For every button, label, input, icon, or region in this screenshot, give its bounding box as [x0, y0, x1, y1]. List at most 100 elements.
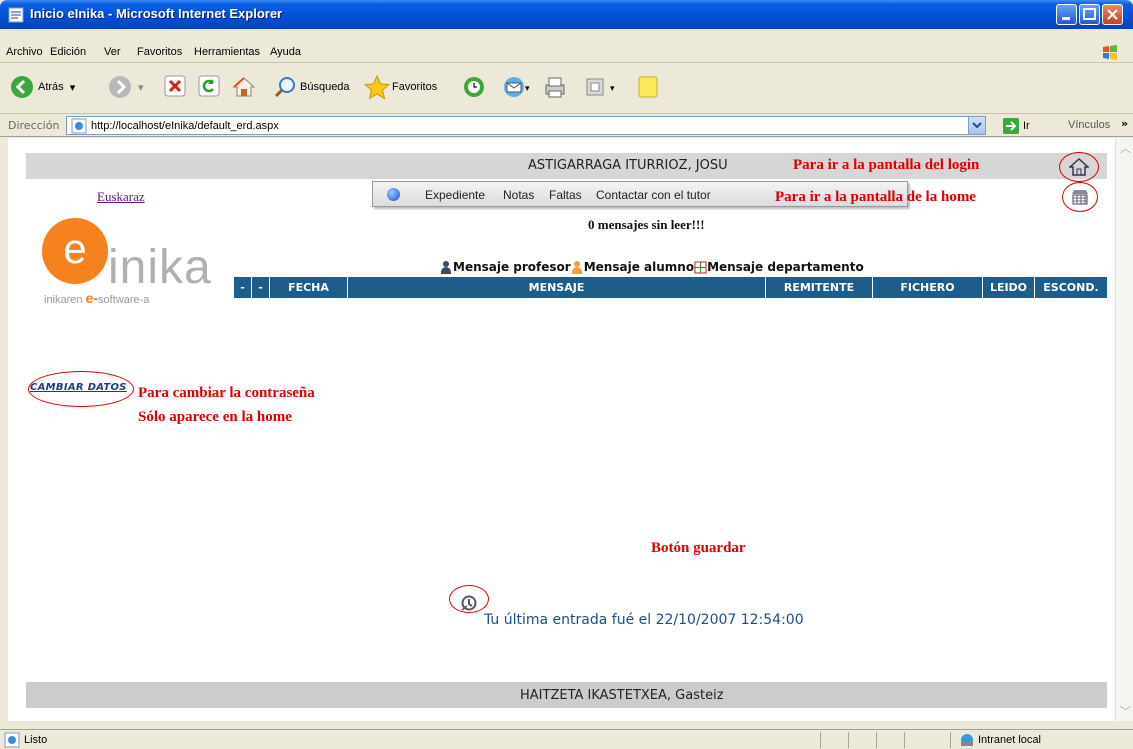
- legend-department: Mensaje departamento: [694, 260, 864, 274]
- chevron-down-icon: [972, 122, 982, 129]
- search-icon: [274, 77, 295, 98]
- home-icon[interactable]: [1069, 157, 1089, 177]
- menu-bar: Archivo Edición Ver Favoritos Herramient…: [0, 29, 1133, 63]
- annotation-save: Botón guardar: [651, 540, 746, 556]
- school-name: HAITZETA IKASTETXEA, Gasteiz: [520, 688, 724, 703]
- page-content: ASTIGARRAGA ITURRIOZ, JOSU Para ir a la …: [8, 138, 1115, 721]
- menu-favoritos[interactable]: Favoritos: [137, 46, 182, 58]
- col-header-mensaje[interactable]: MENSAJE: [348, 277, 766, 298]
- col-header-escond[interactable]: ESCOND.: [1035, 277, 1107, 298]
- notes-button[interactable]: [636, 75, 660, 99]
- nav-notas[interactable]: Notas: [503, 188, 534, 202]
- legend-student: Mensaje alumno: [571, 260, 694, 274]
- refresh-icon: [198, 75, 220, 97]
- einika-logo: e inika inikaren e-software-a: [42, 218, 222, 310]
- address-url: http://localhost/eInika/default_erd.aspx: [91, 120, 279, 132]
- back-arrow-icon: [11, 76, 33, 98]
- annotation-login: Para ir a la pantalla del login: [793, 157, 980, 173]
- col-header-remitente[interactable]: REMITENTE: [766, 277, 873, 298]
- back-label: Atrás: [38, 81, 64, 93]
- scroll-down-icon[interactable]: ﹀: [1120, 703, 1131, 719]
- language-link[interactable]: Euskaraz: [97, 189, 145, 205]
- favorites-button[interactable]: Favoritos: [364, 75, 437, 99]
- forward-button[interactable]: ▾: [108, 75, 144, 99]
- col-header-fichero[interactable]: FICHERO: [873, 277, 983, 298]
- print-button[interactable]: [542, 75, 568, 99]
- save-icon[interactable]: [460, 594, 478, 612]
- home-button[interactable]: [232, 75, 256, 99]
- edit-icon: ▾: [586, 78, 615, 96]
- col-header-2[interactable]: -: [252, 277, 270, 298]
- toolbar: Atrás ▾ ▾ Búsqueda Favoritos ▾ ▾: [0, 64, 1133, 114]
- close-button[interactable]: [1102, 4, 1123, 25]
- ie-page-icon: [4, 732, 20, 748]
- maximize-icon: [1083, 8, 1096, 20]
- annotation-home: Para ir a la pantalla de la home: [775, 189, 976, 205]
- go-button[interactable]: Ir: [1002, 117, 1030, 135]
- menu-herramientas[interactable]: Herramientas: [194, 46, 260, 58]
- messages-table-header: - - FECHA MENSAJE REMITENTE FICHERO LEID…: [234, 277, 1107, 298]
- logo-word: inika: [108, 241, 212, 294]
- minimize-icon: [1062, 17, 1070, 20]
- refresh-button[interactable]: [198, 75, 220, 97]
- col-header-1[interactable]: -: [234, 277, 252, 298]
- back-dropdown-icon[interactable]: ▾: [70, 81, 76, 94]
- status-text: Listo: [24, 734, 48, 746]
- windows-flag-icon: [1103, 45, 1117, 60]
- nav-contactar-tutor[interactable]: Contactar con el tutor: [596, 188, 711, 202]
- nav-expediente[interactable]: Expediente: [425, 188, 485, 202]
- ie-page-icon: [8, 7, 24, 23]
- ie-page-icon: [71, 118, 87, 134]
- unread-messages: 0 mensajes sin leer!!!: [588, 217, 705, 232]
- stop-button[interactable]: [164, 75, 186, 97]
- go-label: Ir: [1023, 120, 1030, 132]
- chevron-right-icon[interactable]: »: [1121, 117, 1128, 130]
- links-label[interactable]: Vínculos: [1068, 119, 1110, 131]
- history-button[interactable]: [462, 75, 486, 99]
- search-label: Búsqueda: [300, 81, 350, 93]
- title-bar: Inicio eInika - Microsoft Internet Explo…: [0, 0, 1133, 29]
- search-button[interactable]: Búsqueda: [274, 75, 350, 99]
- nav-faltas[interactable]: Faltas: [549, 188, 582, 202]
- address-label: Dirección: [8, 119, 60, 132]
- maximize-button[interactable]: [1079, 4, 1100, 25]
- star-icon: [364, 75, 390, 99]
- zone-text: Intranet local: [978, 734, 1041, 746]
- go-arrow-icon: [1003, 118, 1019, 134]
- col-header-fecha[interactable]: FECHA: [270, 277, 348, 298]
- minimize-button[interactable]: [1056, 4, 1077, 25]
- menu-archivo[interactable]: Archivo: [6, 46, 43, 58]
- back-button[interactable]: Atrás ▾: [10, 75, 75, 99]
- house-grid-icon[interactable]: [1070, 187, 1090, 207]
- intranet-zone-icon: [961, 734, 973, 746]
- message-legend: Mensaje profesor Mensaje alumno Mensaje …: [440, 260, 864, 274]
- address-bar: Dirección http://localhost/eInika/defaul…: [0, 115, 1133, 137]
- vertical-scrollbar[interactable]: ︿ ﹀: [1115, 138, 1133, 721]
- teacher-person-icon: [440, 260, 452, 274]
- printer-icon: [545, 77, 565, 98]
- browser-window: Inicio eInika - Microsoft Internet Explo…: [0, 0, 1133, 749]
- legend-teacher: Mensaje profesor: [440, 260, 571, 274]
- menu-ayuda[interactable]: Ayuda: [270, 46, 301, 58]
- mail-button[interactable]: ▾: [502, 75, 532, 99]
- edit-button[interactable]: ▾: [584, 75, 620, 99]
- last-login: Tu última entrada fué el 22/10/2007 12:5…: [484, 612, 804, 628]
- svg-text:▾: ▾: [610, 83, 615, 93]
- annotation-password-2: Sólo aparece en la home: [138, 409, 292, 425]
- annotation-password-1: Para cambiar la contraseña: [138, 385, 315, 401]
- svg-text:▾: ▾: [525, 83, 530, 93]
- logo-tagline: inikaren e-software-a: [44, 290, 150, 306]
- sticky-note-icon: [638, 76, 658, 98]
- logo-e: e: [42, 218, 108, 284]
- address-dropdown-button[interactable]: [968, 117, 985, 134]
- globe-icon: [387, 188, 400, 201]
- menu-edicion[interactable]: Edición: [50, 46, 86, 58]
- status-bar: Listo Intranet local: [0, 729, 1133, 749]
- user-name: ASTIGARRAGA ITURRIOZ, JOSU: [528, 158, 728, 173]
- col-header-leido[interactable]: LEIDO: [983, 277, 1035, 298]
- department-icon: [694, 261, 707, 273]
- annotation-ring-change-data: [28, 371, 134, 407]
- address-input[interactable]: http://localhost/eInika/default_erd.aspx: [66, 116, 986, 135]
- menu-ver[interactable]: Ver: [104, 46, 121, 58]
- scroll-up-icon[interactable]: ︿: [1120, 140, 1131, 156]
